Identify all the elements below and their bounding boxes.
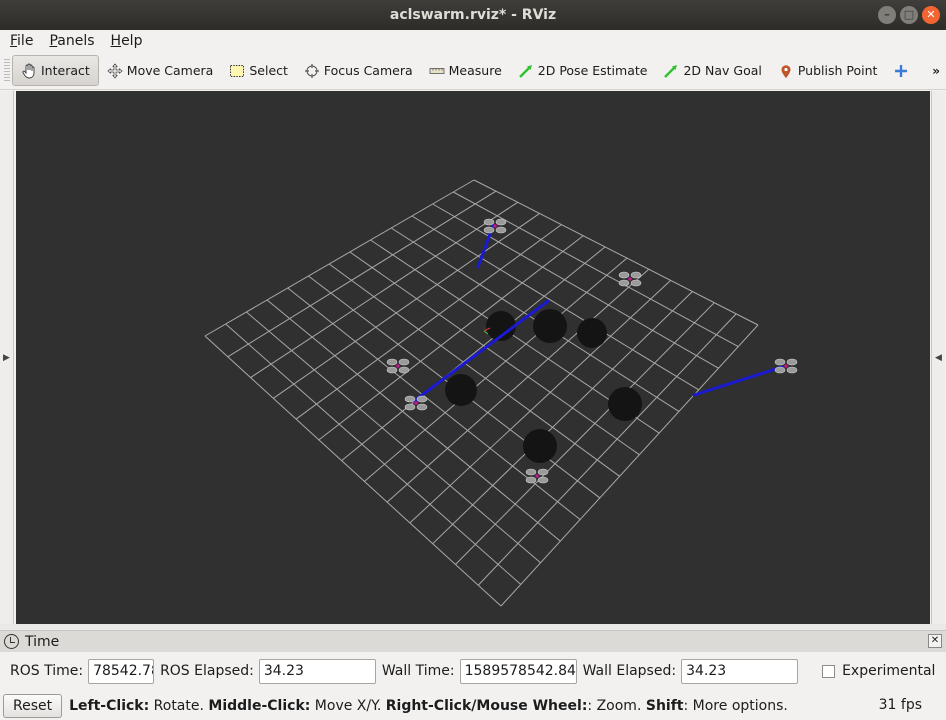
grid-line [341,246,606,462]
scene-canvas [204,179,798,607]
menubar: File Panels Help [0,30,946,52]
maximize-button[interactable]: □ [900,6,918,24]
time-panel-title: Time [25,633,60,650]
measure-tool-button[interactable]: Measure [421,55,510,86]
select-tool-button[interactable]: Select [221,55,296,86]
grid-line [266,299,561,542]
add-tool-button[interactable] [885,55,921,86]
ros-elapsed-label: ROS Elapsed: [160,663,254,679]
obstacle [608,387,642,421]
obstacle [445,374,477,406]
hand-icon [21,63,37,79]
wall-elapsed-field[interactable]: 34.23 [681,658,799,684]
grid-line [477,313,737,586]
pose-estimate-tool-button[interactable]: 2D Pose Estimate [510,55,656,86]
wall-time-field[interactable]: 1589578542.84 [459,658,577,684]
window-controls: – □ ✕ [878,6,940,24]
experimental-checkbox[interactable] [822,664,836,678]
toolbar-grip[interactable] [4,58,10,83]
nav-goal-tool-button[interactable]: 2D Nav Goal [655,55,769,86]
window-titlebar: aclswarm.rviz* - RViz – □ ✕ [0,0,946,30]
left-dock-toggle[interactable]: ▶ [0,91,14,624]
window-title: aclswarm.rviz* - RViz [389,7,557,23]
time-panel-header: Time ✕ [0,630,946,652]
interact-tool-button[interactable]: Interact [12,55,99,86]
minimize-button[interactable]: – [878,6,896,24]
obstacles [445,309,642,463]
select-icon [229,63,245,79]
grid-line [432,203,719,369]
grid-line [349,251,640,456]
wall-time-label: Wall Time: [381,663,455,679]
drone-marker [386,358,410,374]
render-viewport[interactable] [16,91,930,624]
menu-panels[interactable]: Panels [41,33,102,49]
drone-marker [483,218,507,234]
green-arrow-icon [663,63,679,79]
move-camera-tool-button[interactable]: Move Camera [99,55,222,86]
toolbar-overflow-button[interactable]: » [932,64,946,78]
fps-counter: 31 fps [878,697,922,713]
obstacle [533,309,567,343]
menu-file[interactable]: File [2,33,41,49]
obstacle [577,318,607,348]
focus-camera-icon [304,63,320,79]
close-button[interactable]: ✕ [922,6,940,24]
plus-icon [893,63,909,79]
time-panel-fields: ROS Time: 78542.78 ROS Elapsed: 34.23 Wa… [0,653,946,689]
focus-camera-tool-button[interactable]: Focus Camera [296,55,421,86]
grid-line [227,190,497,358]
wall-elapsed-label: Wall Elapsed: [582,663,677,679]
grid-line [500,324,759,607]
mouse-help-text: Left-Click: Rotate. Middle-Click: Move X… [69,698,788,714]
ruler-icon [429,63,445,79]
experimental-label: Experimental [842,663,936,679]
statusbar: Reset Left-Click: Rotate. Middle-Click: … [0,692,946,720]
drone-marker [774,358,798,374]
clock-icon [4,634,19,649]
move-camera-icon [107,62,123,79]
green-arrow-icon [518,63,534,79]
time-panel-close-button[interactable]: ✕ [928,634,942,648]
ros-elapsed-field[interactable]: 34.23 [258,658,376,684]
right-dock-toggle[interactable]: ◀ [931,91,945,624]
toolbar: Interact Move Camera Select Focus Camera… [0,52,946,90]
grid-line [246,311,541,564]
publish-point-tool-button[interactable]: Publish Point [770,55,886,86]
ros-time-field[interactable]: 78542.78 [88,658,155,684]
map-pin-icon [778,63,794,79]
drone-marker [525,468,549,484]
menu-help[interactable]: Help [103,33,151,49]
obstacle [523,429,557,463]
reset-button[interactable]: Reset [3,694,63,718]
grid-line [386,268,650,503]
ground-grid [204,179,759,607]
grid-line [328,263,620,477]
ros-time-label: ROS Time: [10,663,84,679]
